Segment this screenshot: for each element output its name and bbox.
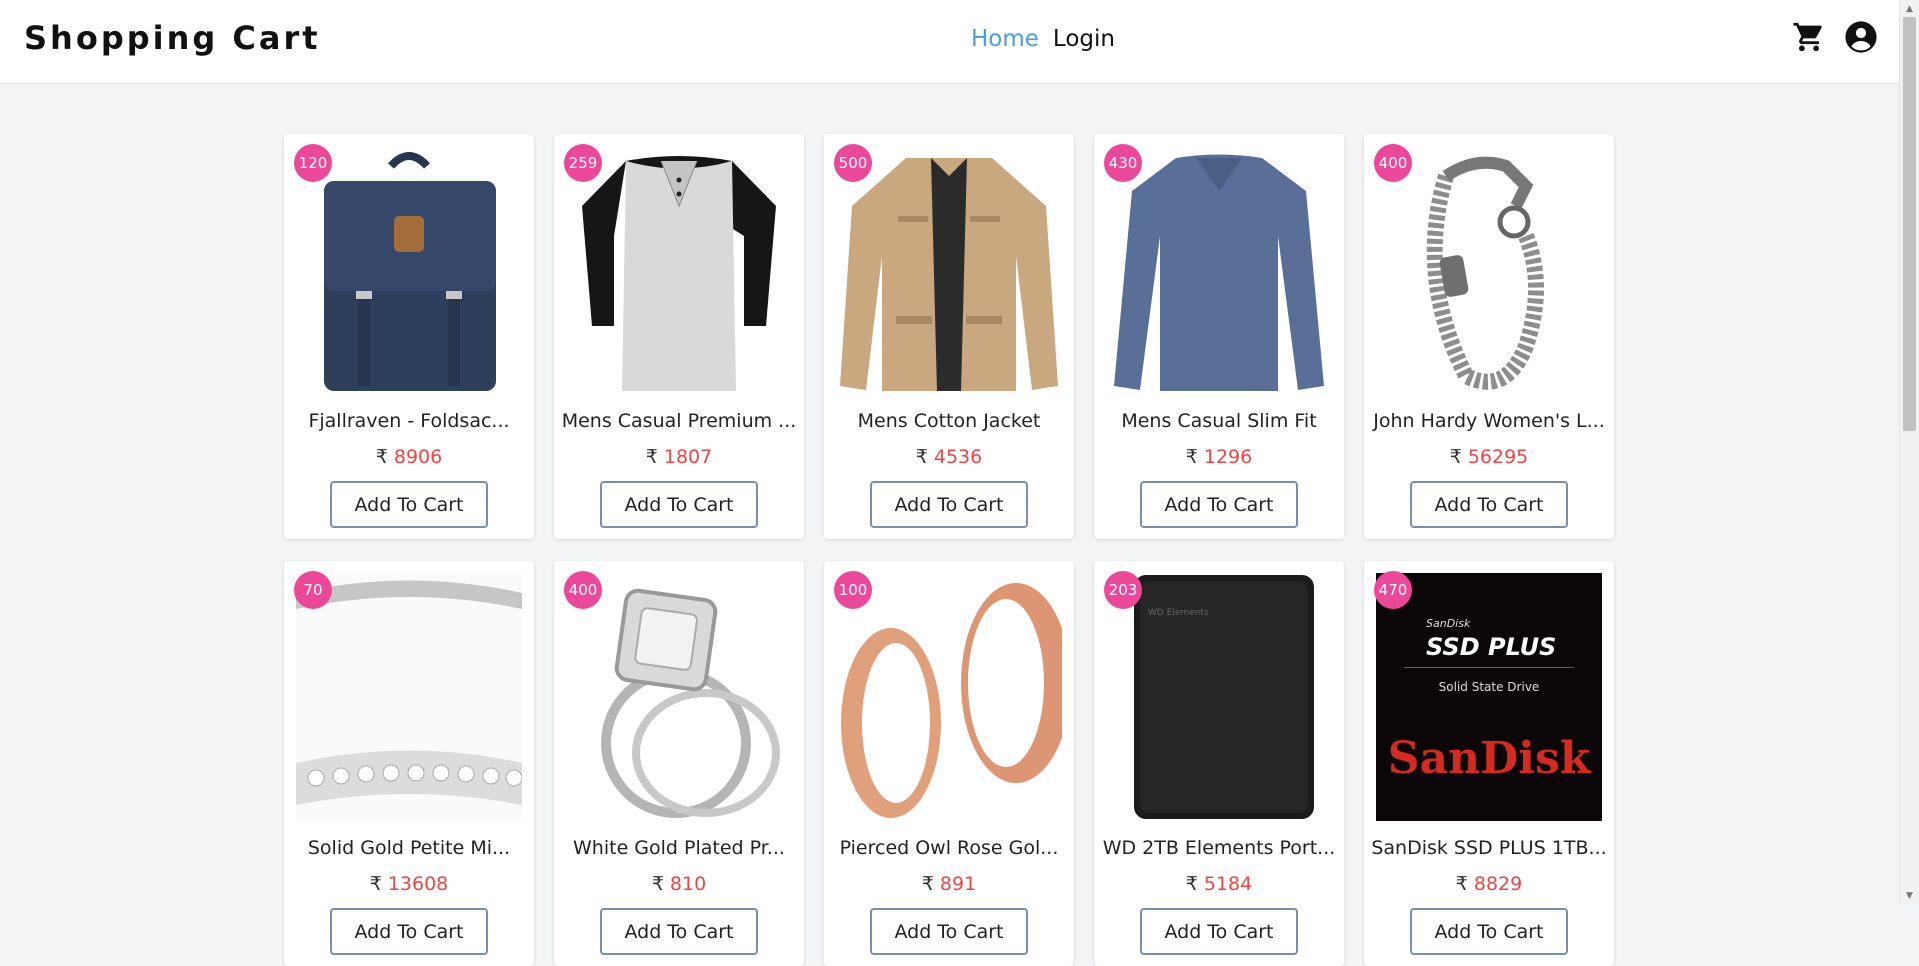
product-title[interactable]: Mens Casual Premium ...: [554, 410, 804, 432]
product-title[interactable]: WD 2TB Elements Port...: [1094, 837, 1344, 859]
rupee-symbol: ₹: [1449, 446, 1462, 468]
product-card[interactable]: 100 Pierced Owl Rose Gol... ₹891 Add To …: [824, 561, 1074, 966]
product-price: ₹56295: [1364, 446, 1614, 468]
product-title[interactable]: Solid Gold Petite Mi...: [284, 837, 534, 859]
price-amount: 8829: [1473, 873, 1523, 895]
brand-title[interactable]: Shopping Cart: [24, 19, 321, 57]
nav-login-link[interactable]: Login: [1053, 26, 1115, 52]
add-to-cart-button[interactable]: Add To Cart: [600, 908, 758, 955]
price-amount: 891: [939, 873, 977, 895]
product-grid: 120 Fjallraven - Foldsac... ₹8906 Add To…: [284, 134, 1614, 966]
product-image-cotton-jacket[interactable]: [836, 146, 1062, 394]
price-amount: 810: [669, 873, 707, 895]
rupee-symbol: ₹: [921, 873, 934, 895]
svg-text:SanDisk: SanDisk: [1388, 733, 1592, 784]
svg-text:Solid State Drive: Solid State Drive: [1439, 680, 1540, 694]
rating-count-badge: 203: [1104, 571, 1142, 609]
wd-brand-label: WD Elements: [1148, 608, 1209, 618]
add-to-cart-button[interactable]: Add To Cart: [870, 481, 1028, 528]
product-card[interactable]: 400 John Hardy Women's L... ₹56295 Add T…: [1364, 134, 1614, 539]
rating-count-badge: 470: [1374, 571, 1412, 609]
product-card[interactable]: 120 Fjallraven - Foldsac... ₹8906 Add To…: [284, 134, 534, 539]
rupee-symbol: ₹: [1455, 873, 1468, 895]
rating-count-badge: 100: [834, 571, 872, 609]
scroll-up-arrow-icon[interactable]: ▲: [1900, 0, 1919, 17]
rupee-symbol: ₹: [375, 446, 388, 468]
product-card[interactable]: 70 Solid Gold Petite Mi... ₹13608 Add To…: [284, 561, 534, 966]
product-price: ₹8829: [1364, 873, 1614, 895]
price-amount: 56295: [1467, 446, 1529, 468]
header-icons: [1792, 20, 1878, 54]
product-price: ₹810: [554, 873, 804, 895]
account-icon[interactable]: [1844, 20, 1878, 54]
rupee-symbol: ₹: [1185, 446, 1198, 468]
product-image-slim-fit-shirt[interactable]: [1106, 146, 1332, 394]
vertical-scrollbar[interactable]: ▲ ▼: [1899, 0, 1919, 904]
rating-count-badge: 120: [294, 144, 332, 182]
product-title[interactable]: Mens Casual Slim Fit: [1094, 410, 1344, 432]
price-amount: 4536: [933, 446, 983, 468]
product-title[interactable]: Fjallraven - Foldsac...: [284, 410, 534, 432]
nav-links: Home Login: [971, 26, 1115, 52]
price-amount: 1296: [1203, 446, 1253, 468]
product-card[interactable]: 203 WD Elements WD 2TB Elements Port... …: [1094, 561, 1344, 966]
product-image-chain-bracelet[interactable]: [1376, 146, 1602, 394]
product-image-sandisk-ssd[interactable]: SanDisk SSD PLUS Solid State Drive SanDi…: [1376, 573, 1602, 821]
add-to-cart-button[interactable]: Add To Cart: [1410, 908, 1568, 955]
product-price: ₹1296: [1094, 446, 1344, 468]
rupee-symbol: ₹: [645, 446, 658, 468]
product-title[interactable]: SanDisk SSD PLUS 1TB...: [1364, 837, 1614, 859]
product-image-diamond-ring[interactable]: [566, 573, 792, 821]
rupee-symbol: ₹: [651, 873, 664, 895]
price-amount: 1807: [663, 446, 713, 468]
product-image-gold-ring[interactable]: [296, 573, 522, 821]
product-card[interactable]: 430 Mens Casual Slim Fit ₹1296 Add To Ca…: [1094, 134, 1344, 539]
cart-icon[interactable]: [1792, 20, 1826, 54]
product-title[interactable]: Mens Cotton Jacket: [824, 410, 1074, 432]
product-card[interactable]: 400 White Gold Plated Pr... ₹810 Add To …: [554, 561, 804, 966]
price-amount: 13608: [387, 873, 449, 895]
nav-home-link[interactable]: Home: [971, 26, 1039, 52]
product-price: ₹891: [824, 873, 1074, 895]
scroll-down-arrow-icon[interactable]: ▼: [1900, 887, 1919, 904]
product-price: ₹8906: [284, 446, 534, 468]
rating-count-badge: 430: [1104, 144, 1142, 182]
product-price: ₹13608: [284, 873, 534, 895]
add-to-cart-button[interactable]: Add To Cart: [870, 908, 1028, 955]
product-image-raglan-tshirt[interactable]: [566, 146, 792, 394]
rating-count-badge: 400: [564, 571, 602, 609]
add-to-cart-button[interactable]: Add To Cart: [330, 908, 488, 955]
product-price: ₹4536: [824, 446, 1074, 468]
add-to-cart-button[interactable]: Add To Cart: [1410, 481, 1568, 528]
rupee-symbol: ₹: [915, 446, 928, 468]
product-card[interactable]: 470 SanDisk SSD PLUS Solid State Drive S…: [1364, 561, 1614, 966]
product-card[interactable]: 500 Mens Cotton Jacket ₹4536 Add To Cart: [824, 134, 1074, 539]
scrollbar-thumb[interactable]: [1903, 17, 1916, 431]
top-navbar: Shopping Cart Home Login: [0, 0, 1900, 84]
product-image-backpack[interactable]: [296, 146, 522, 394]
add-to-cart-button[interactable]: Add To Cart: [1140, 908, 1298, 955]
add-to-cart-button[interactable]: Add To Cart: [1140, 481, 1298, 528]
rating-count-badge: 70: [294, 571, 332, 609]
product-title[interactable]: John Hardy Women's L...: [1364, 410, 1614, 432]
rating-count-badge: 259: [564, 144, 602, 182]
rating-count-badge: 400: [1374, 144, 1412, 182]
product-price: ₹5184: [1094, 873, 1344, 895]
rupee-symbol: ₹: [1185, 873, 1198, 895]
rating-count-badge: 500: [834, 144, 872, 182]
price-amount: 5184: [1203, 873, 1253, 895]
add-to-cart-button[interactable]: Add To Cart: [600, 481, 758, 528]
product-price: ₹1807: [554, 446, 804, 468]
product-title[interactable]: Pierced Owl Rose Gol...: [824, 837, 1074, 859]
svg-text:SanDisk: SanDisk: [1426, 617, 1471, 630]
product-image-rose-gold-plugs[interactable]: [836, 573, 1062, 821]
product-image-wd-hard-drive[interactable]: WD Elements: [1106, 573, 1332, 821]
rupee-symbol: ₹: [369, 873, 382, 895]
price-amount: 8906: [393, 446, 443, 468]
add-to-cart-button[interactable]: Add To Cart: [330, 481, 488, 528]
product-card[interactable]: 259 Mens Casual Premium ... ₹1807 Add To…: [554, 134, 804, 539]
svg-text:SSD PLUS: SSD PLUS: [1426, 633, 1556, 661]
product-title[interactable]: White Gold Plated Pr...: [554, 837, 804, 859]
